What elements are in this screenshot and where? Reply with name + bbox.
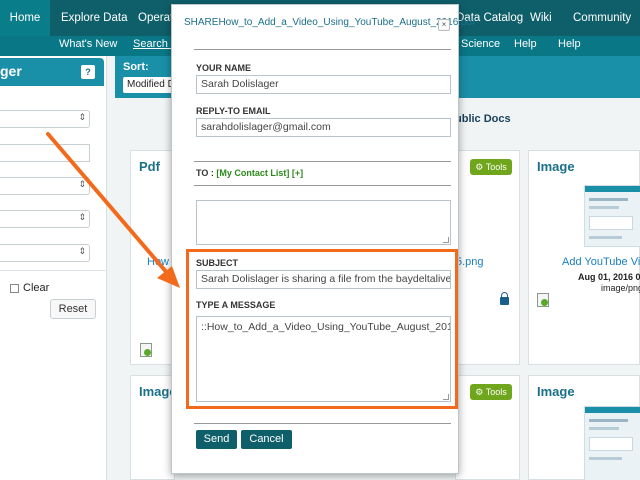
nav-community[interactable]: Community (573, 0, 631, 36)
sort-label: Sort: (123, 61, 149, 73)
filter-select[interactable]: ⇕ (0, 210, 90, 228)
dialog-title-file: How_to_Add_a_Video_Using_YouTube_August_… (218, 17, 475, 28)
subnav-help-2[interactable]: Help (558, 36, 581, 56)
divider (194, 161, 451, 162)
your-name-field[interactable]: Sarah Dolislager (196, 75, 451, 94)
file-card[interactable]: Image Add YouTube Vide Aug 01, 2016 05: … (528, 150, 640, 365)
file-type: image/png (601, 283, 640, 293)
card-type-label: Pdf (139, 159, 160, 174)
dialog-title: SHAREHow_to_Add_a_Video_Using_YouTube_Au… (184, 17, 475, 28)
divider (0, 270, 107, 271)
file-date: Aug 01, 2016 05: (578, 272, 640, 282)
highlight-box (186, 249, 458, 409)
clear-checkbox[interactable] (10, 284, 19, 293)
clear-label: Clear (23, 282, 50, 294)
divider (194, 49, 451, 50)
divider (194, 423, 451, 424)
filter-input[interactable] (0, 144, 90, 162)
help-button[interactable]: ? (81, 65, 95, 79)
tools-button[interactable]: ⚙ Tools (470, 159, 512, 175)
chevron-updown-icon: ⇕ (78, 246, 86, 256)
file-link[interactable]: How (147, 256, 169, 268)
download-icon[interactable] (537, 293, 549, 307)
filter-select[interactable]: ⇕ (0, 177, 90, 195)
reply-to-label: REPLY-TO EMAIL (196, 106, 271, 116)
file-card[interactable]: Image (130, 375, 177, 480)
cancel-button[interactable]: Cancel (241, 430, 292, 449)
nav-operations[interactable]: Operat (138, 0, 173, 36)
recipients-textarea[interactable] (196, 200, 451, 245)
your-name-label: YOUR NAME (196, 63, 252, 73)
send-button[interactable]: Send (196, 430, 237, 449)
subnav-help-1[interactable]: Help (514, 36, 537, 56)
nav-wiki[interactable]: Wiki (530, 0, 560, 36)
reply-to-field[interactable]: sarahdolislager@gmail.com (196, 118, 451, 137)
filter-panel-header: ger ? (0, 58, 104, 86)
subnav-whats-new[interactable]: What's New (59, 36, 117, 56)
filter-panel-title: ger (0, 63, 22, 79)
file-card[interactable]: Image (528, 375, 640, 480)
tools-label: Tools (485, 162, 507, 172)
subnav-science[interactable]: Science (461, 36, 500, 56)
filter-select[interactable]: ⇕ (0, 110, 90, 128)
chevron-updown-icon: ⇕ (78, 212, 86, 222)
contact-list-link[interactable]: [My Contact List] [+] (216, 168, 303, 178)
filter-select[interactable]: ⇕ (0, 244, 90, 262)
to-label: TO : [My Contact List] [+] (196, 168, 304, 178)
resize-grip-icon[interactable] (443, 237, 449, 243)
file-card[interactable]: ⚙ Tools 5.png (455, 150, 520, 365)
file-link[interactable]: Add YouTube Vide (562, 256, 640, 268)
dialog-title-prefix: SHARE (184, 17, 219, 28)
close-button[interactable]: × (438, 19, 450, 31)
card-type-label: Image (537, 384, 575, 399)
nav-explore-data[interactable]: Explore Data (61, 0, 127, 36)
divider (194, 185, 451, 186)
nav-home[interactable]: Home (0, 0, 50, 36)
chevron-updown-icon: ⇕ (78, 179, 86, 189)
file-thumbnail[interactable] (584, 406, 640, 480)
card-type-label: Image (537, 159, 575, 174)
filter-panel: ger ? ⇕ ⇕ ⇕ ⇕ (0, 56, 107, 480)
file-card[interactable]: ⚙ Tools (455, 375, 520, 480)
file-link[interactable]: 5.png (456, 256, 484, 268)
public-docs-tab[interactable]: ublic Docs (455, 113, 511, 125)
lock-icon (500, 292, 509, 305)
tools-label: Tools (485, 387, 507, 397)
file-card[interactable]: Pdf How (130, 150, 175, 365)
tools-button[interactable]: ⚙ Tools (470, 384, 512, 400)
chevron-updown-icon: ⇕ (78, 112, 86, 122)
download-icon[interactable] (140, 343, 152, 357)
file-thumbnail[interactable] (584, 185, 640, 247)
reset-button[interactable]: Reset (50, 299, 96, 319)
